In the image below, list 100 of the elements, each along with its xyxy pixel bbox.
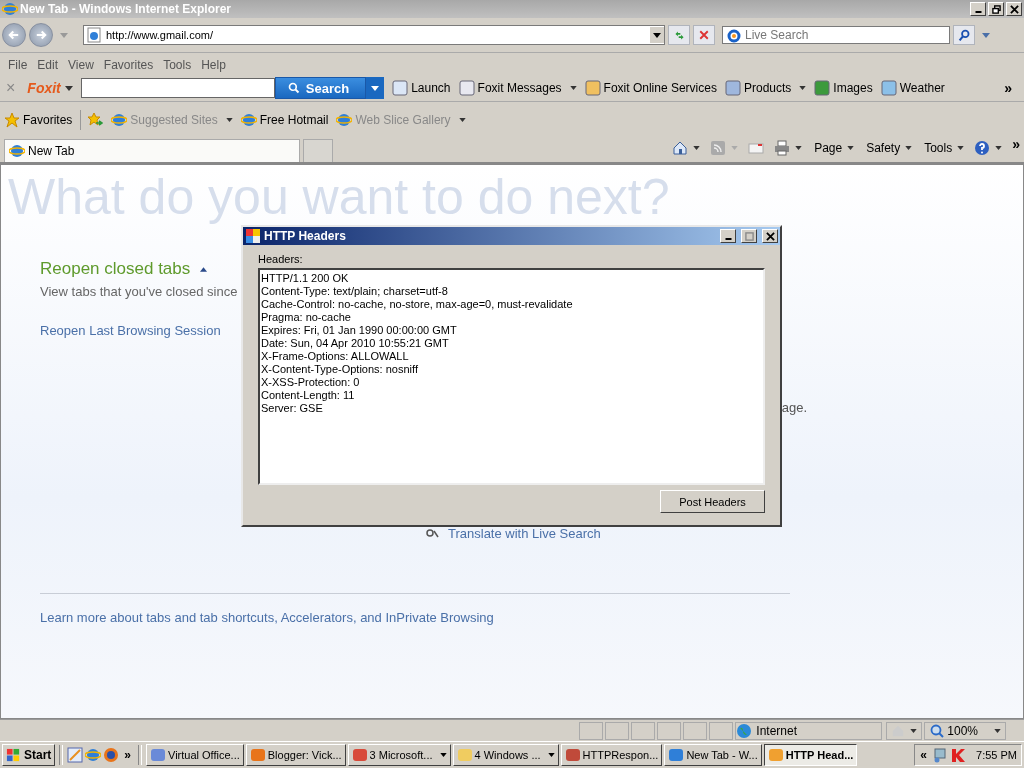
toolbar-icon — [458, 80, 475, 96]
status-pane — [709, 721, 734, 740]
restore-button[interactable] — [988, 2, 1004, 16]
globe-icon — [240, 112, 257, 128]
header-line: Content-Length: 11 — [261, 389, 355, 401]
browser-icon[interactable] — [103, 747, 120, 763]
address-field[interactable]: http://www.gmail.com/ — [83, 25, 665, 45]
antivirus-icon[interactable] — [950, 747, 967, 763]
taskbar-button[interactable]: 4 Windows ... — [452, 744, 559, 766]
caret-icon — [569, 86, 577, 90]
caret-icon — [225, 118, 233, 122]
toolbar-icon — [584, 80, 601, 96]
header-line: Date: Sun, 04 Apr 2010 10:55:21 GMT — [261, 337, 449, 349]
globe-icon — [2, 1, 18, 17]
translate-link[interactable]: Translate with Live Search — [448, 525, 601, 541]
menu-item[interactable]: Edit — [32, 58, 64, 72]
more-button[interactable]: » — [121, 748, 135, 762]
close-icon — [698, 29, 710, 41]
search-icon — [957, 28, 971, 42]
taskbar-button[interactable]: 3 Microsoft... — [347, 744, 451, 766]
toolbar-search-field[interactable] — [80, 78, 275, 98]
toolbar-item[interactable]: Foxit Online Services — [584, 80, 717, 96]
collapse-icon[interactable] — [200, 266, 208, 272]
browser-icon[interactable] — [85, 747, 102, 763]
maximize-button[interactable] — [741, 229, 757, 243]
taskbar-button[interactable]: HTTP Head... — [763, 744, 858, 766]
search-button[interactable] — [953, 25, 975, 45]
show-hidden-icons-button[interactable]: « — [917, 748, 931, 762]
caret-icon[interactable] — [795, 146, 803, 150]
minimize-button[interactable] — [720, 229, 736, 243]
start-button[interactable]: Start — [2, 744, 56, 766]
dropdown-button[interactable] — [650, 27, 664, 43]
status-pane — [683, 721, 708, 740]
taskbar-button[interactable]: Virtual Office... — [146, 744, 244, 766]
windows-flag-icon — [6, 747, 21, 763]
command-menu[interactable]: Safety — [866, 141, 913, 155]
favorites-bar-item[interactable]: Free Hotmail — [240, 112, 329, 128]
caret-icon[interactable] — [64, 85, 73, 91]
close-button[interactable] — [1006, 2, 1022, 16]
forward-button[interactable] — [29, 23, 53, 47]
taskbar-button[interactable]: Blogger: Vick... — [245, 744, 346, 766]
toolbar-item[interactable]: Launch — [392, 80, 451, 96]
command-menu[interactable]: Tools — [924, 141, 965, 155]
caret-icon — [547, 753, 555, 757]
command-menu[interactable]: Page — [814, 141, 855, 155]
minimize-button[interactable] — [970, 2, 986, 16]
home-icon[interactable] — [672, 140, 689, 156]
caret-icon[interactable] — [995, 146, 1003, 150]
headers-label: Headers: — [258, 253, 303, 265]
mail-icon[interactable] — [748, 140, 765, 156]
header-line: Pragma: no-cache — [261, 311, 351, 323]
close-icon — [1009, 4, 1019, 14]
help-icon[interactable] — [974, 140, 991, 156]
favorites-button[interactable]: Favorites — [4, 112, 73, 128]
caret-icon — [439, 753, 447, 757]
reopen-session-link[interactable]: Reopen Last Browsing Session — [40, 323, 221, 338]
toolbar-item[interactable]: Weather — [880, 80, 945, 96]
menu-item[interactable]: View — [63, 58, 99, 72]
more-button[interactable]: » — [1004, 80, 1012, 96]
caret-icon[interactable] — [693, 146, 701, 150]
caret-icon — [957, 146, 965, 150]
app-icon — [249, 747, 266, 763]
header-line: X-Frame-Options: ALLOWALL — [261, 350, 409, 362]
headers-text-area[interactable] — [258, 268, 765, 485]
app-icon — [245, 228, 261, 244]
toolbar-icon — [392, 80, 409, 96]
toolbar-icon — [724, 80, 741, 96]
back-button[interactable] — [2, 23, 26, 47]
search-button[interactable]: Search — [274, 77, 367, 99]
close-button[interactable] — [762, 229, 778, 243]
print-icon[interactable] — [774, 140, 791, 156]
minimize-icon — [724, 238, 732, 240]
learn-more-link[interactable]: Learn more about tabs and tab shortcuts, Accelerators, and InPrivate Browsing — [40, 610, 494, 625]
back-arrow-icon — [7, 28, 21, 42]
menu-item[interactable]: File — [3, 58, 33, 72]
star-icon — [4, 112, 20, 128]
header-line: Cache-Control: no-cache, no-store, max-age=0, must-revalidate — [261, 298, 573, 310]
toolbar-item[interactable]: Products — [724, 80, 807, 96]
post-headers-button[interactable]: Post Headers — [660, 490, 765, 513]
caret-icon — [799, 86, 807, 90]
search-dropdown-button[interactable] — [366, 77, 385, 99]
window-title: New Tab - Windows Internet Explorer — [20, 2, 232, 16]
stop-button[interactable] — [693, 25, 715, 45]
menu-item[interactable]: Help — [196, 58, 231, 72]
taskbar-button[interactable]: HTTPRespon... — [560, 744, 663, 766]
maximize-icon — [744, 231, 754, 241]
search-field[interactable]: Live Search — [722, 26, 950, 44]
more-button[interactable]: » — [1012, 136, 1020, 152]
caret-icon — [905, 146, 913, 150]
zoom-level[interactable]: 100% — [924, 721, 1006, 740]
toolbar-item[interactable]: Images — [814, 80, 873, 96]
minimize-icon — [974, 11, 982, 13]
header-line: HTTP/1.1 200 OK — [261, 272, 349, 284]
menu-item[interactable]: Tools — [158, 58, 197, 72]
menu-item[interactable]: Favorites — [98, 58, 159, 72]
zoom-icon — [929, 722, 946, 739]
house-icon — [891, 723, 906, 738]
browser-tab[interactable]: New Tab — [4, 139, 300, 162]
toolbar-item[interactable]: Foxit Messages — [458, 80, 577, 96]
taskbar-button[interactable]: New Tab - W... — [664, 744, 762, 766]
